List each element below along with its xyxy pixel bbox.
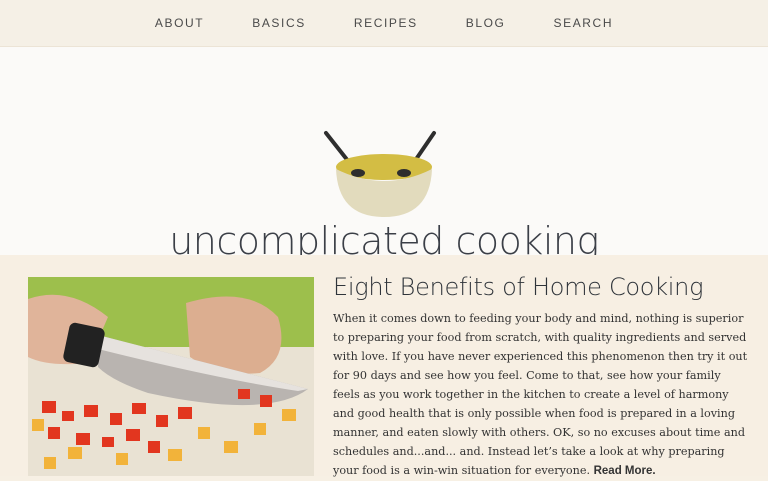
nav-recipes[interactable]: RECIPES [354, 16, 418, 30]
site-header: uncomplicated cooking [0, 47, 768, 263]
article-text: When it comes down to feeding your body … [333, 312, 748, 477]
article-body: When it comes down to feeding your body … [333, 309, 748, 481]
nav-about[interactable]: ABOUT [155, 16, 204, 30]
bowl-with-spoons-icon[interactable] [320, 127, 448, 217]
cutting-peppers-photo [28, 277, 314, 476]
article-image[interactable] [28, 277, 314, 476]
top-navigation: ABOUT BASICS RECIPES BLOG SEARCH [0, 0, 768, 47]
read-more-link[interactable]: Read More. [594, 465, 656, 477]
article: Eight Benefits of Home Cooking When it c… [333, 273, 748, 481]
article-title[interactable]: Eight Benefits of Home Cooking [333, 273, 748, 301]
nav-search[interactable]: SEARCH [553, 16, 613, 30]
main-content: Eight Benefits of Home Cooking When it c… [0, 255, 768, 477]
nav-basics[interactable]: BASICS [252, 16, 306, 30]
nav-blog[interactable]: BLOG [466, 16, 506, 30]
